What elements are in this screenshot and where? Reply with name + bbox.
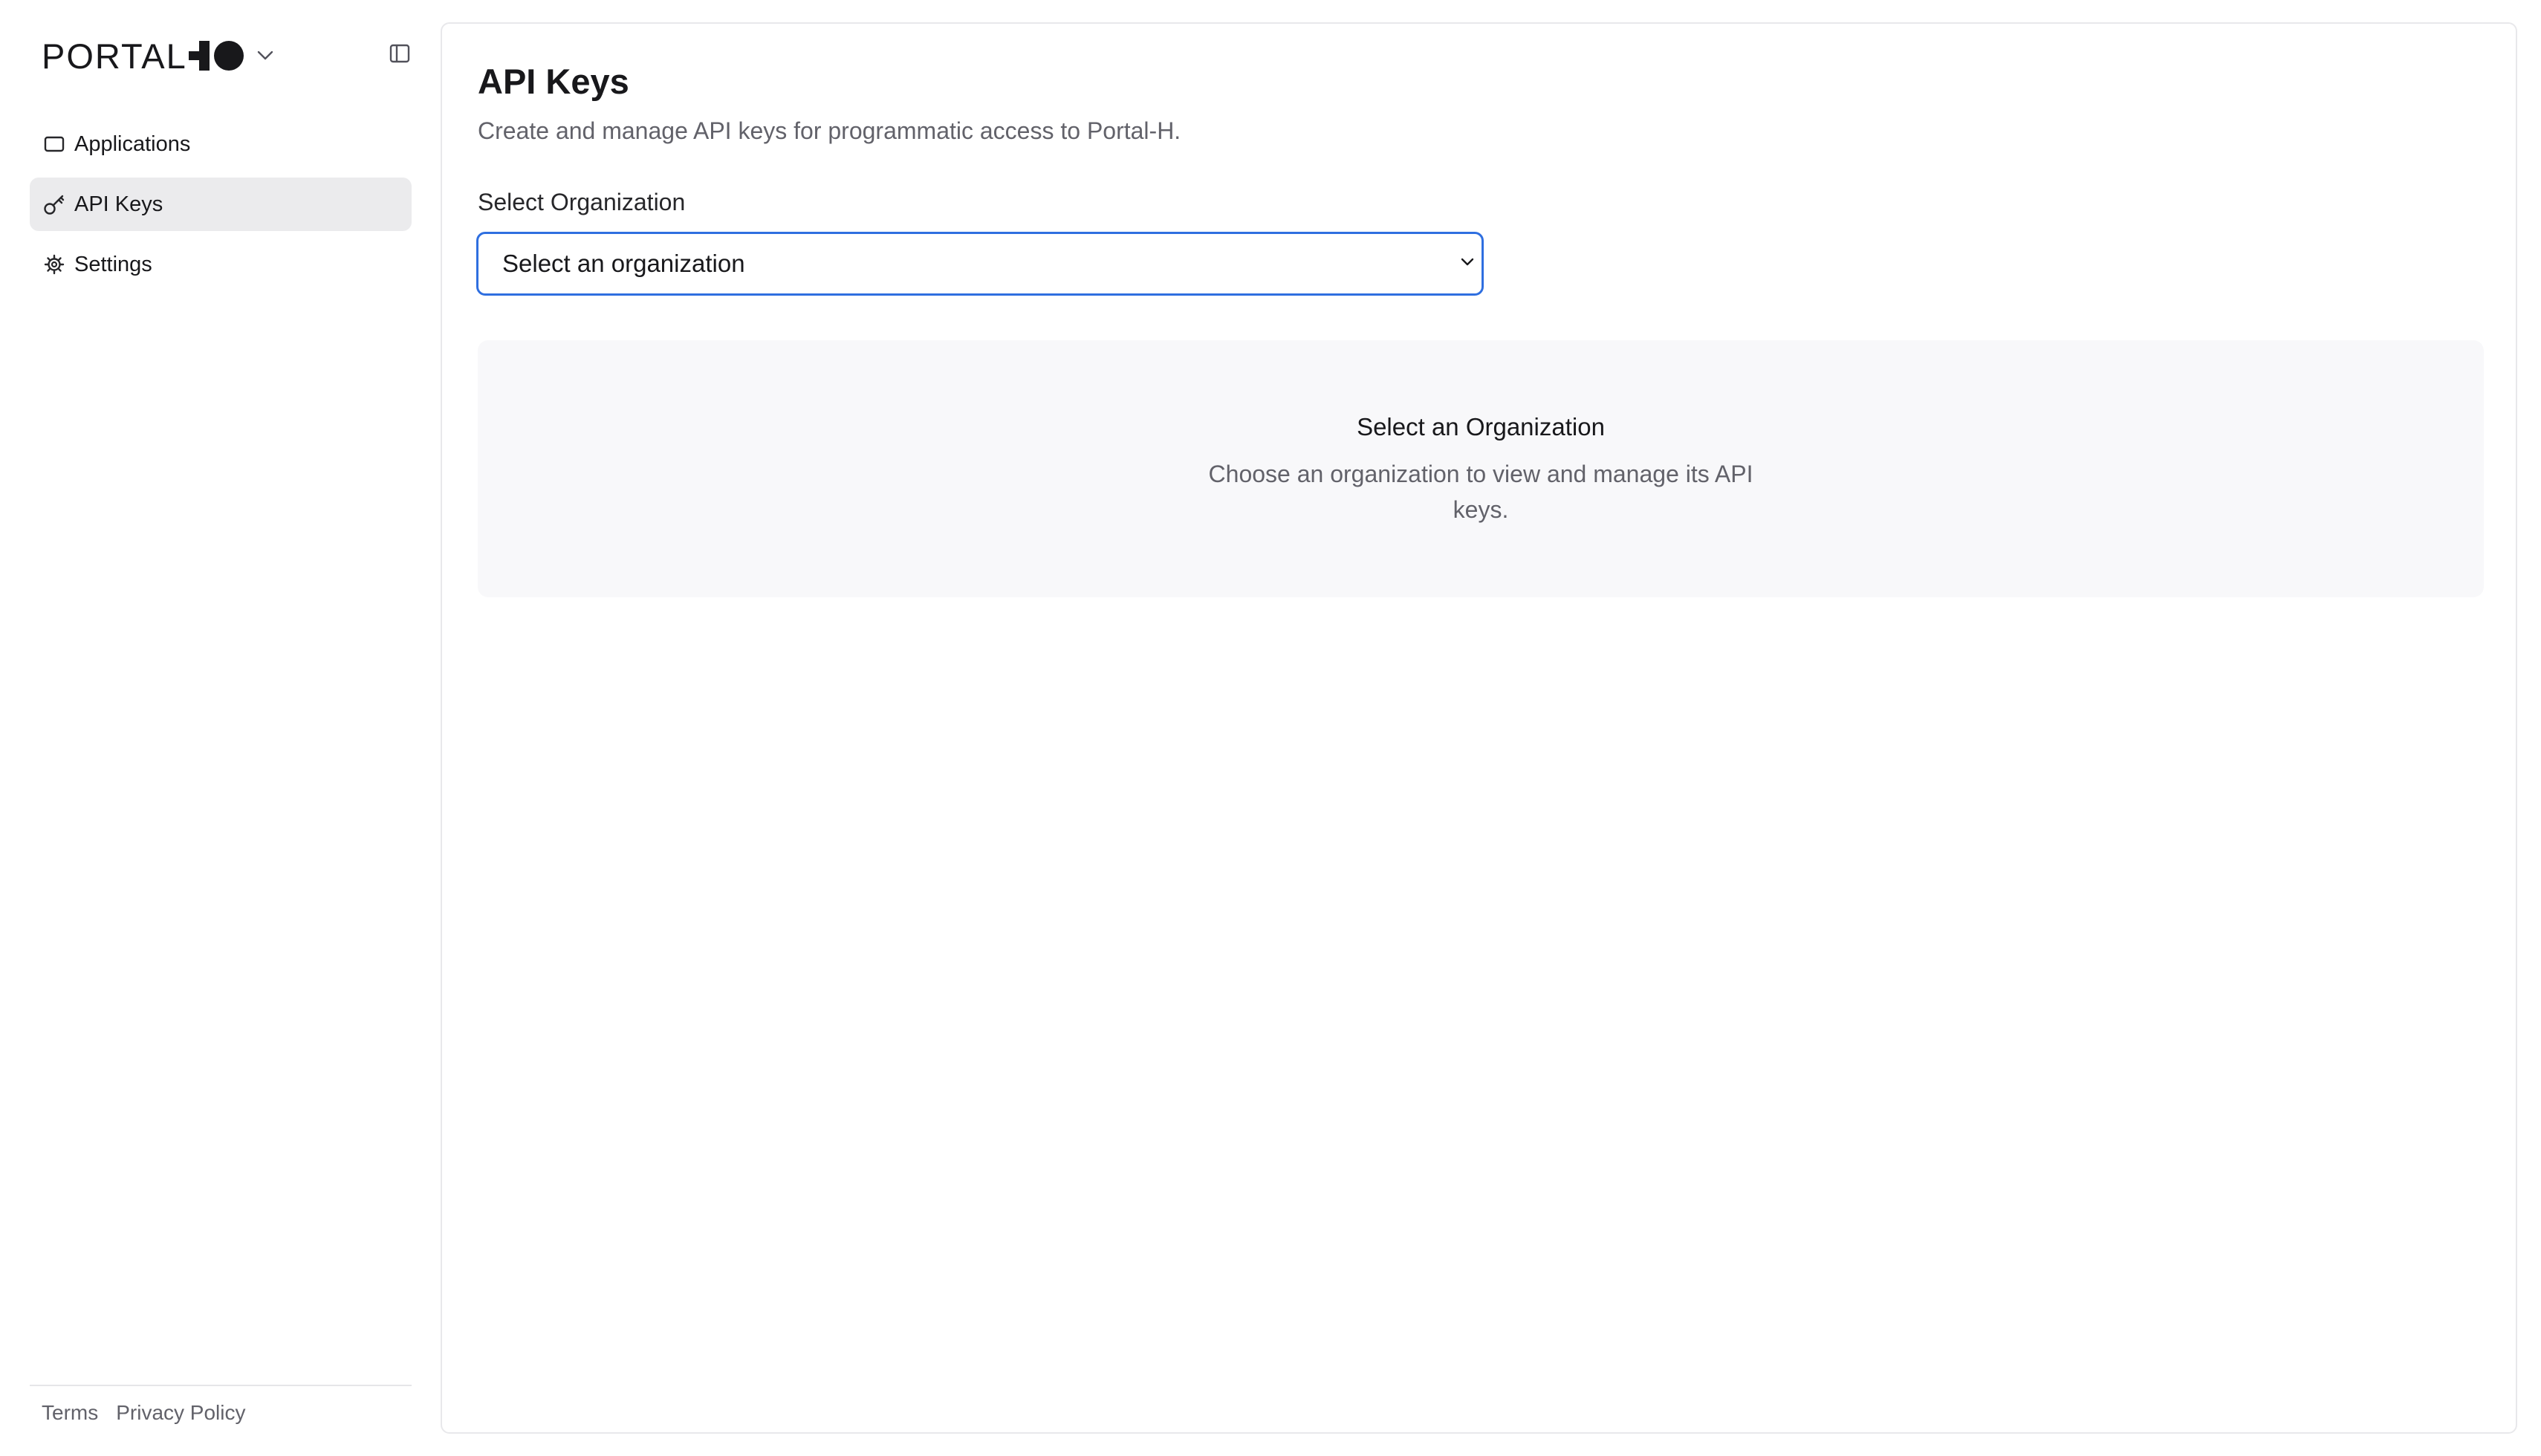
sidebar-item-label: API Keys (74, 192, 163, 216)
sidebar-item-label: Applications (74, 131, 191, 156)
key-icon (43, 193, 65, 215)
organization-field-label: Select Organization (478, 189, 686, 215)
page-subtitle: Create and manage API keys for programma… (478, 117, 1181, 144)
page-title: API Keys (478, 62, 629, 101)
sidebar-item-api-keys[interactable]: API Keys (30, 178, 412, 231)
app-root: PORTAL Applications API Keys Settings Te… (0, 0, 2541, 1456)
sidebar-item-settings[interactable]: Settings (30, 238, 412, 291)
sidebar-toggle-button[interactable] (386, 42, 413, 68)
brand-switcher[interactable]: PORTAL (42, 36, 273, 76)
sidebar-item-applications[interactable]: Applications (30, 117, 412, 171)
chevron-down-icon (257, 51, 273, 61)
organization-select[interactable]: Select an organization (476, 232, 1484, 296)
sidebar-footer: Terms Privacy Policy (30, 1385, 412, 1425)
terms-link[interactable]: Terms (42, 1401, 98, 1425)
window-icon (43, 133, 65, 155)
sidebar-panel-icon (389, 44, 410, 67)
main-panel: API Keys Create and manage API keys for … (441, 22, 2517, 1434)
brand-name: PORTAL (42, 36, 187, 76)
brand-logo-icon (188, 39, 247, 72)
sidebar-item-label: Settings (74, 252, 152, 276)
chevron-down-icon (1461, 258, 1474, 267)
empty-state-description: Choose an organization to view and manag… (1208, 461, 1753, 523)
organization-select-value: Select an organization (502, 250, 745, 277)
empty-state-panel: Select an Organization Choose an organiz… (478, 340, 2484, 597)
empty-state-title: Select an Organization (1357, 413, 1605, 441)
privacy-policy-link[interactable]: Privacy Policy (116, 1401, 245, 1425)
sidebar: PORTAL Applications API Keys Settings Te… (0, 0, 441, 1456)
sidebar-nav: Applications API Keys Settings (30, 117, 412, 298)
gear-icon (43, 253, 65, 276)
